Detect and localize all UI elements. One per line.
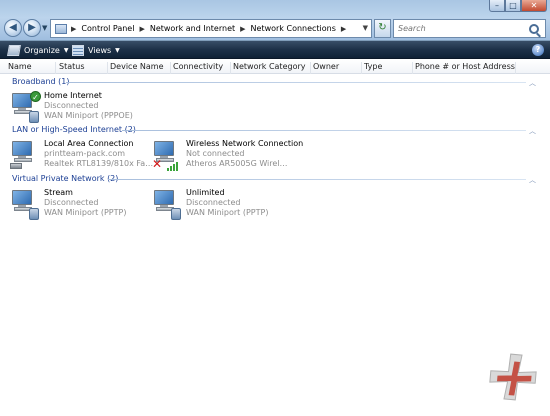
connection-home-internet[interactable]: ✓ Home Internet Disconnected WAN Minipor… [10,91,160,127]
signal-bars-icon [167,161,181,171]
breadcrumb-network-connections[interactable]: Network Connections [251,24,336,33]
vpn-computer-icon [152,190,182,220]
window-titlebar: – □ ✕ ◀ ▶ ▼ ▶ Control Panel ▶ Network an… [0,0,550,41]
breadcrumb-control-panel[interactable]: Control Panel [81,24,134,33]
column-connectivity[interactable]: Connectivity [171,62,231,74]
column-type[interactable]: Type [362,62,413,74]
vpn-computer-icon [10,190,40,220]
lan-computer-icon [10,141,40,171]
column-header-row: Name Status Device Name Connectivity Net… [0,60,550,74]
column-name[interactable]: Name [6,62,56,74]
connection-status: Disconnected [186,198,241,207]
connection-stream[interactable]: Stream Disconnected WAN Miniport (PPTP) [10,188,160,224]
connection-status: Disconnected [44,101,99,110]
group-title-broadband[interactable]: Broadband (1) [12,77,69,86]
connected-check-icon: ✓ [30,91,41,102]
help-icon[interactable]: ? [532,44,544,56]
wireless-computer-icon: ✕ [152,141,182,171]
control-panel-icon [55,23,67,34]
connection-device: Atheros AR5005G Wireless N... [186,159,290,168]
forward-button[interactable]: ▶ [23,19,41,37]
connection-device: WAN Miniport (PPPOE) [44,111,133,120]
refresh-button[interactable]: ↻ [374,19,391,38]
connection-name: Home Internet [44,91,102,100]
connection-wireless[interactable]: ✕ Wireless Network Connection Not connec… [152,139,304,175]
watermark-logo-icon [489,353,537,401]
views-button[interactable]: Views ▼ [72,43,120,57]
group-title-vpn[interactable]: Virtual Private Network (2) [12,174,118,183]
column-status[interactable]: Status [57,62,108,74]
organize-button[interactable]: Organize ▼ [7,43,69,57]
window-controls: – □ ✕ [489,0,547,12]
address-bar[interactable]: ▶ Control Panel ▶ Network and Internet ▶… [50,19,372,38]
close-button[interactable]: ✕ [521,0,547,12]
column-owner[interactable]: Owner [311,62,362,74]
organize-label: Organize [24,45,60,55]
search-icon[interactable] [529,23,539,34]
collapse-chevron-icon[interactable]: ︿ [529,78,536,88]
breadcrumb-network-and-internet[interactable]: Network and Internet [150,24,235,33]
recent-pages-dropdown[interactable]: ▼ [42,24,47,32]
organize-icon [7,44,21,56]
dialup-computer-icon: ✓ [10,91,41,123]
group-divider [66,82,526,83]
views-icon [72,44,84,56]
chevron-down-icon: ▼ [115,46,120,54]
back-button[interactable]: ◀ [4,19,22,37]
connection-unlimited[interactable]: Unlimited Disconnected WAN Miniport (PPT… [152,188,302,224]
command-bar: Organize ▼ Views ▼ ? [0,41,550,59]
address-dropdown-icon[interactable]: ▼ [363,24,368,32]
collapse-chevron-icon[interactable]: ︿ [529,175,536,185]
search-input[interactable] [394,24,529,33]
connection-device: WAN Miniport (PPTP) [44,208,127,217]
breadcrumb-separator-icon[interactable]: ▶ [139,25,144,33]
connection-status: Disconnected [44,198,99,207]
views-label: Views [88,45,112,55]
connection-name: Unlimited [186,188,225,197]
group-title-lan[interactable]: LAN or High-Speed Internet (2) [12,125,136,134]
forward-arrow-icon: ▶ [28,22,36,33]
chevron-down-icon: ▼ [63,46,69,54]
breadcrumb-separator-icon[interactable]: ▶ [71,25,76,33]
search-box[interactable] [393,19,546,38]
breadcrumb-separator-icon[interactable]: ▶ [240,25,245,33]
breadcrumb-separator-icon[interactable]: ▶ [341,25,346,33]
connection-device: WAN Miniport (PPTP) [186,208,269,217]
column-device-name[interactable]: Device Name [108,62,171,74]
back-arrow-icon: ◀ [9,22,17,33]
connection-local-area[interactable]: Local Area Connection printteam-pack.com… [10,139,160,175]
not-connected-x-icon: ✕ [152,157,163,171]
collapse-chevron-icon[interactable]: ︿ [529,126,536,136]
connection-status: Not connected [186,149,245,158]
column-phone-or-host-address[interactable]: Phone # or Host Address [413,62,516,74]
connection-status: printteam-pack.com [44,149,126,158]
connection-name: Local Area Connection [44,139,134,148]
group-divider [122,130,526,131]
group-divider [108,179,526,180]
connection-device: Realtek RTL8139/810x Famil... [44,159,156,168]
maximize-button[interactable]: □ [505,0,521,12]
refresh-icon: ↻ [378,22,387,33]
column-network-category[interactable]: Network Category [231,62,311,74]
connection-name: Wireless Network Connection [186,139,304,148]
connection-name: Stream [44,188,73,197]
minimize-button[interactable]: – [489,0,505,12]
